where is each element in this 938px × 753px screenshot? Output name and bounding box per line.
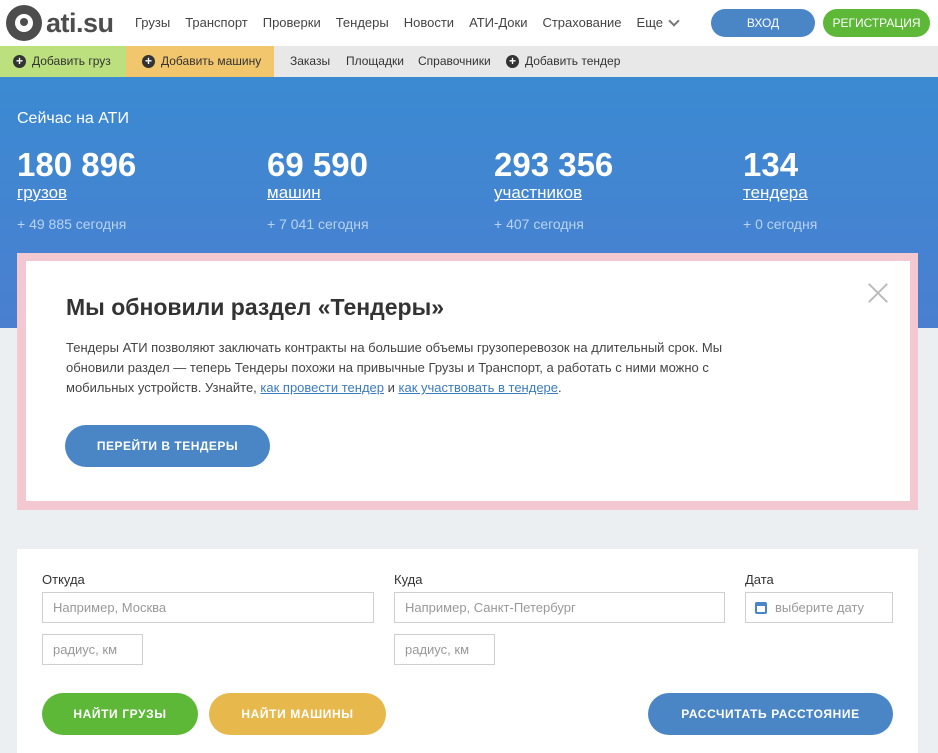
search-form: Откуда Куда Дата выберите дату НАЙТИ ГРУ… <box>17 549 918 753</box>
add-cargo-label: Добавить груз <box>32 54 111 68</box>
modal-title: Мы обновили раздел «Тендеры» <box>66 294 445 320</box>
calendar-icon <box>755 601 767 614</box>
logo-text: ati.su <box>46 7 114 38</box>
add-cargo-button[interactable]: + Добавить груз <box>0 46 126 77</box>
chevron-down-icon <box>668 14 680 27</box>
hero-title: Сейчас на АТИ <box>17 110 129 127</box>
nav-more-label: Еще <box>636 15 663 30</box>
stat-members: 293 356 участников + 407 сегодня <box>494 146 614 233</box>
stat-value: 69 590 <box>267 146 368 183</box>
register-button[interactable]: РЕГИСТРАЦИЯ <box>823 9 930 37</box>
stat-trucks: 69 590 машин + 7 041 сегодня <box>267 146 369 233</box>
orders-link[interactable]: Заказы <box>290 46 330 77</box>
add-tender-button[interactable]: + Добавить тендер <box>506 46 620 77</box>
modal-text: Тендеры АТИ позволяют заключать контракт… <box>66 338 756 398</box>
modal-text-part: и <box>384 380 399 395</box>
to-radius-input[interactable] <box>394 634 495 665</box>
stat-cargo: 180 896 грузов + 49 885 сегодня <box>17 146 137 233</box>
login-button[interactable]: ВХОД <box>711 9 815 37</box>
date-picker[interactable]: выберите дату <box>745 592 893 623</box>
stat-tenders: 134 тендера + 0 сегодня <box>743 146 818 233</box>
logo[interactable]: ati.su <box>6 5 114 41</box>
from-radius-input[interactable] <box>42 634 143 665</box>
platforms-link[interactable]: Площадки <box>346 46 404 77</box>
to-input[interactable] <box>394 592 725 623</box>
to-label: Куда <box>394 572 423 587</box>
plus-icon: + <box>506 55 519 68</box>
plus-icon: + <box>13 55 26 68</box>
stat-value: 134 <box>743 146 799 183</box>
nav-tenders[interactable]: Тендеры <box>336 15 389 30</box>
date-label: Дата <box>745 572 774 587</box>
stat-today: + 49 885 сегодня <box>17 216 127 232</box>
top-header: ati.su Грузы Транспорт Проверки Тендеры … <box>0 0 938 46</box>
main-nav: Грузы Транспорт Проверки Тендеры Новости… <box>135 14 693 30</box>
nav-more[interactable]: Еще <box>636 14 680 30</box>
find-cargo-button[interactable]: НАЙТИ ГРУЗЫ <box>42 693 198 735</box>
nav-checks[interactable]: Проверки <box>263 15 321 30</box>
nav-news[interactable]: Новости <box>404 15 454 30</box>
date-placeholder: выберите дату <box>775 600 865 615</box>
modal-text-part: . <box>558 380 562 395</box>
from-input[interactable] <box>42 592 374 623</box>
go-to-tenders-button[interactable]: ПЕРЕЙТИ В ТЕНДЕРЫ <box>65 425 270 467</box>
stat-value: 293 356 <box>494 146 614 183</box>
close-icon[interactable] <box>866 280 890 304</box>
stat-link[interactable]: машин <box>267 183 369 203</box>
calc-distance-button[interactable]: РАССЧИТАТЬ РАССТОЯНИЕ <box>648 693 893 735</box>
plus-icon: + <box>142 55 155 68</box>
stat-today: + 0 сегодня <box>743 216 818 232</box>
find-trucks-button[interactable]: НАЙТИ МАШИНЫ <box>209 693 386 735</box>
add-tender-label: Добавить тендер <box>525 54 621 68</box>
add-truck-label: Добавить машину <box>161 54 262 68</box>
stat-link[interactable]: тендера <box>743 183 817 203</box>
references-link[interactable]: Справочники <box>418 46 491 77</box>
tenders-modal: Мы обновили раздел «Тендеры» Тендеры АТИ… <box>26 261 910 501</box>
nav-insurance[interactable]: Страхование <box>542 15 621 30</box>
nav-transport[interactable]: Транспорт <box>185 15 248 30</box>
nav-ati-docs[interactable]: АТИ-Доки <box>469 15 527 30</box>
stat-link[interactable]: грузов <box>17 183 136 203</box>
add-truck-button[interactable]: + Добавить машину <box>126 46 274 77</box>
how-to-participate-link[interactable]: как участвовать в тендере <box>399 380 559 395</box>
how-to-hold-tender-link[interactable]: как провести тендер <box>260 380 384 395</box>
sub-nav: + Добавить груз + Добавить машину Заказы… <box>0 46 938 77</box>
stat-today: + 7 041 сегодня <box>267 216 369 232</box>
from-label: Откуда <box>42 572 85 587</box>
stat-today: + 407 сегодня <box>494 216 584 232</box>
stat-link[interactable]: участников <box>494 183 613 203</box>
logo-icon <box>6 5 42 41</box>
stat-value: 180 896 <box>17 146 137 183</box>
nav-cargo[interactable]: Грузы <box>135 15 170 30</box>
